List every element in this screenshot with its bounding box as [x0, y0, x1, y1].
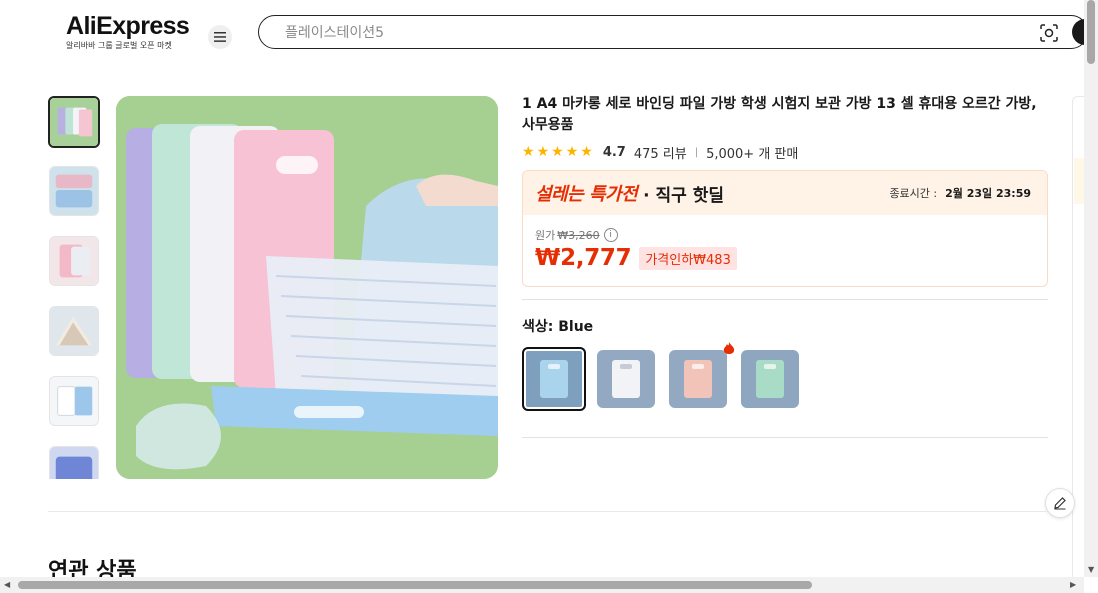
aliexpress-logo[interactable]: AliExpress 알리바바 그룹 글로벌 오픈 마켓	[66, 12, 190, 51]
variant-image	[684, 360, 712, 398]
thumbnail-1[interactable]	[48, 96, 100, 148]
scroll-left-arrow-icon[interactable]: ◀	[4, 580, 10, 589]
vertical-scroll-thumb[interactable]	[1087, 0, 1095, 64]
search-input[interactable]	[283, 22, 987, 44]
divider	[522, 437, 1048, 438]
section-divider	[48, 511, 1048, 512]
side-panel-accent	[1074, 158, 1084, 204]
thumbnail-image	[50, 377, 98, 425]
star-icon: ★	[580, 144, 593, 160]
review-count[interactable]: 475 리뷰	[634, 143, 687, 162]
deal-subtitle: · 직구 핫딜	[643, 185, 724, 206]
price-row: ₩2,777 가격인하₩483	[535, 245, 1047, 271]
deal-header: 설레는 특가전 · 직구 핫딜 종료시간 : 2월 23일 23:59	[523, 171, 1047, 215]
variant-swatch-white[interactable]	[597, 350, 655, 408]
scroll-down-arrow-icon[interactable]: ▼	[1088, 565, 1094, 574]
divider	[522, 299, 1048, 300]
thumbnail-image	[50, 237, 98, 285]
thumbnail-image	[50, 447, 98, 479]
thumbnail-4[interactable]	[49, 306, 99, 356]
thumbnail-2[interactable]	[49, 166, 99, 216]
star-rating: ★ ★ ★ ★ ★	[522, 145, 593, 159]
variant-swatches	[522, 342, 1048, 411]
variant-swatch-green[interactable]	[741, 350, 799, 408]
variant-swatch-pink[interactable]	[669, 342, 735, 408]
deal-end-time: 종료시간 : 2월 23일 23:59	[889, 185, 1031, 201]
thumbnail-list	[48, 96, 104, 479]
horizontal-scroll-thumb[interactable]	[18, 581, 812, 589]
end-time-label: 종료시간 :	[889, 187, 938, 200]
product-info: 1 A4 마카롱 세로 바인딩 파일 가방 학생 시험지 보관 가방 13 셀 …	[522, 94, 1048, 438]
rating-value: 4.7	[602, 144, 626, 160]
menu-button[interactable]	[208, 25, 232, 49]
hamburger-icon	[214, 32, 226, 42]
edit-button[interactable]	[1045, 488, 1075, 518]
flame-icon	[723, 342, 735, 359]
thumbnail-5[interactable]	[49, 376, 99, 426]
main-product-image[interactable]	[116, 96, 498, 479]
search-bar	[258, 15, 1098, 49]
image-search-icon[interactable]	[1039, 23, 1059, 43]
header: AliExpress 알리바바 그룹 글로벌 오픈 마켓	[0, 0, 1098, 70]
pencil-icon	[1054, 497, 1066, 510]
deal-title: 설레는 특가전	[535, 184, 638, 205]
sold-count: 5,000+ 개 판매	[706, 146, 799, 162]
original-price: ₩3,260	[557, 228, 600, 242]
discount-badge: 가격인하₩483	[639, 246, 737, 270]
thumbnail-image	[50, 307, 98, 355]
variant-image	[612, 360, 640, 398]
original-price-row: 원가 ₩3,260 i	[535, 227, 1047, 243]
thumbnail-6[interactable]	[49, 446, 99, 479]
star-icon: ★	[565, 144, 579, 160]
rating-row: ★ ★ ★ ★ ★ 4.7 475 리뷰 | 5,000+ 개 판매	[522, 142, 1048, 162]
variant-label: 색상: Blue	[522, 319, 594, 335]
variant-image	[756, 360, 784, 398]
sale-price: ₩2,777	[535, 245, 632, 271]
logo-text: AliExpress	[66, 12, 190, 40]
scroll-right-arrow-icon[interactable]: ▶	[1070, 580, 1076, 589]
info-icon[interactable]: i	[603, 228, 618, 242]
product-photo	[116, 96, 498, 479]
star-icon: ★	[536, 144, 550, 160]
deal-box: 설레는 특가전 · 직구 핫딜 종료시간 : 2월 23일 23:59 원가 ₩3…	[522, 170, 1048, 287]
product-title: 1 A4 마카롱 세로 바인딩 파일 가방 학생 시험지 보관 가방 13 셀 …	[522, 96, 1037, 133]
variant-swatch-blue[interactable]	[522, 347, 586, 411]
star-icon: ★	[551, 144, 564, 160]
original-price-label: 원가	[535, 229, 556, 242]
star-icon: ★	[522, 144, 535, 160]
vertical-scrollbar[interactable]	[1084, 0, 1098, 577]
thumbnail-image	[50, 98, 98, 146]
variant-image	[540, 360, 568, 398]
separator: |	[694, 146, 699, 158]
end-time-value: 2월 23일 23:59	[945, 187, 1031, 200]
thumbnail-3[interactable]	[49, 236, 99, 286]
thumbnail-image	[50, 167, 98, 215]
logo-subtitle: 알리바바 그룹 글로벌 오픈 마켓	[66, 41, 172, 50]
